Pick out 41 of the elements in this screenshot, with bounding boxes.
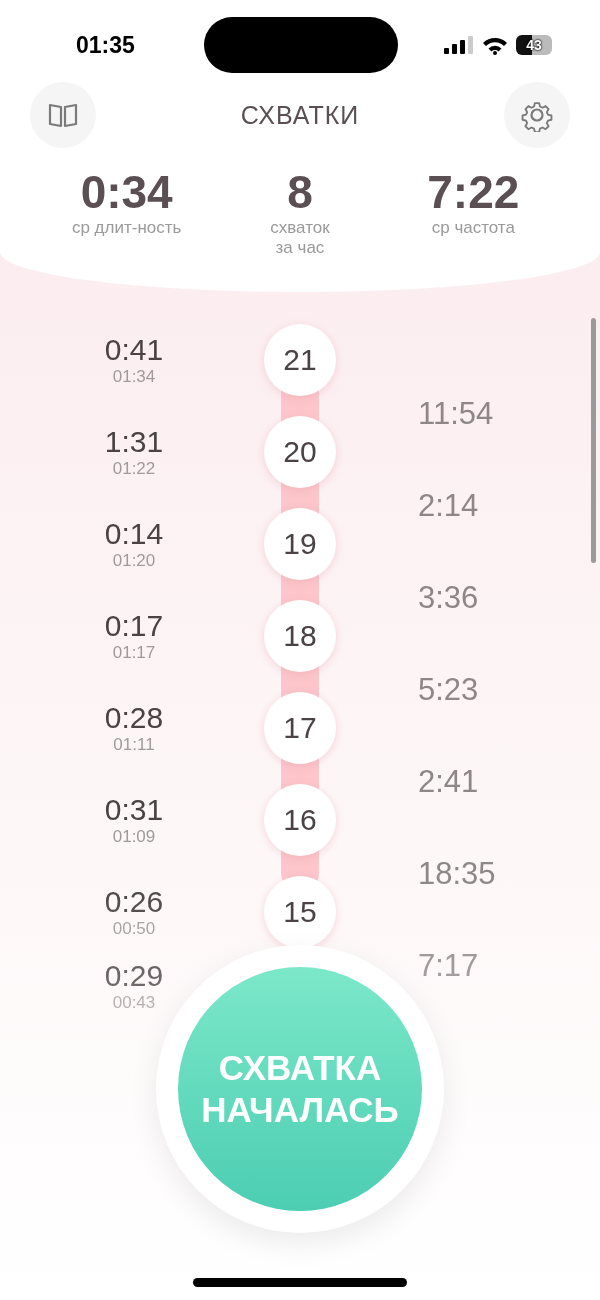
stat-label: схваток за час bbox=[269, 218, 331, 258]
stat-value: 8 bbox=[287, 166, 313, 218]
stat-value: 0:34 bbox=[80, 166, 173, 218]
contraction-interval: 11:54 bbox=[418, 396, 494, 432]
contraction-duration: 0:17 bbox=[103, 609, 165, 643]
contraction-interval: 2:41 bbox=[418, 764, 479, 800]
signal-icon bbox=[444, 36, 474, 54]
contraction-duration: 0:31 bbox=[103, 793, 165, 827]
contraction-start-button[interactable]: СХВАТКА НАЧАЛАСЬ bbox=[178, 967, 422, 1211]
contraction-start-time: 01:34 bbox=[111, 367, 157, 387]
contraction-number: 20 bbox=[264, 416, 336, 488]
contraction-start-time: 00:43 bbox=[111, 993, 157, 1013]
screen-title: СХВАТКИ bbox=[240, 100, 360, 130]
contraction-number: 18 bbox=[264, 600, 336, 672]
contraction-number: 21 bbox=[264, 324, 336, 396]
contraction-start-time: 01:20 bbox=[111, 551, 157, 571]
contraction-number: 15 bbox=[264, 876, 336, 948]
contraction-duration: 0:29 bbox=[103, 959, 165, 993]
contraction-duration: 0:41 bbox=[103, 333, 165, 367]
wifi-icon bbox=[482, 35, 508, 55]
contraction-number: 17 bbox=[264, 692, 336, 764]
stat-label: ср частота bbox=[430, 218, 516, 238]
contraction-duration: 0:14 bbox=[103, 517, 165, 551]
contraction-start-time: 00:50 bbox=[111, 919, 157, 939]
contraction-interval: 3:36 bbox=[418, 580, 479, 616]
contraction-duration: 0:26 bbox=[103, 885, 165, 919]
contraction-duration: 1:31 bbox=[103, 425, 165, 459]
contraction-number: 19 bbox=[264, 508, 336, 580]
contraction-interval: 5:23 bbox=[418, 672, 479, 708]
contraction-start-time: 01:09 bbox=[111, 827, 157, 847]
contraction-interval: 18:35 bbox=[418, 856, 496, 892]
contraction-duration: 0:28 bbox=[103, 701, 165, 735]
stat-label: ср длит-ность bbox=[70, 218, 183, 238]
contraction-interval: 2:14 bbox=[418, 488, 479, 524]
status-time: 01:35 bbox=[76, 31, 135, 59]
contraction-start-time: 01:11 bbox=[112, 735, 156, 755]
book-icon bbox=[48, 102, 78, 128]
contraction-start-time: 01:17 bbox=[111, 643, 157, 663]
stat-value: 7:22 bbox=[427, 166, 520, 218]
contraction-start-time: 01:22 bbox=[111, 459, 157, 479]
contraction-number: 16 bbox=[264, 784, 336, 856]
